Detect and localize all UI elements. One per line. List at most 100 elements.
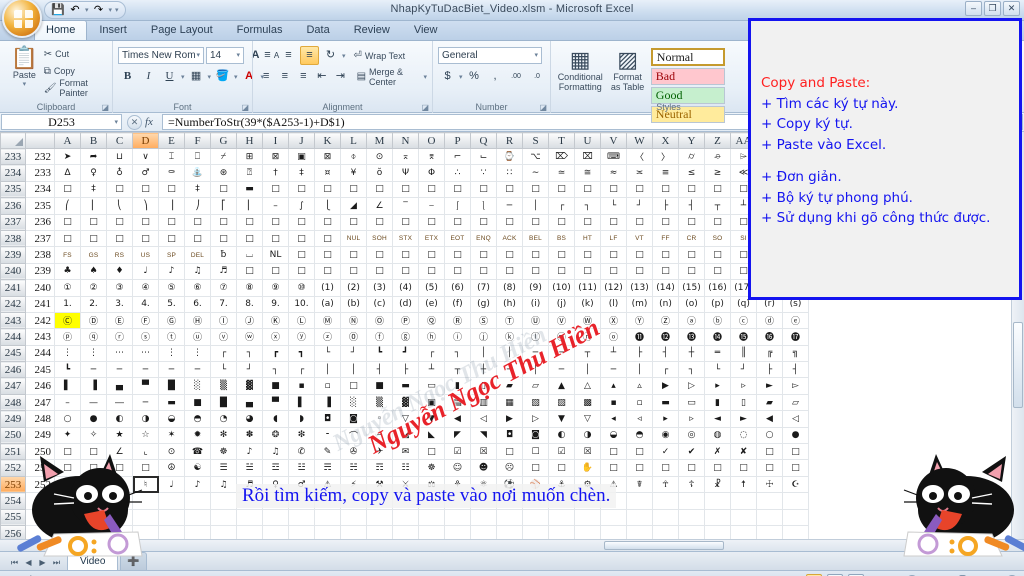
cell-U252[interactable]: □ <box>548 459 575 477</box>
cell-X244[interactable]: ⓫ <box>626 328 653 346</box>
cell-H239[interactable]: ƀ <box>210 246 237 264</box>
cell-T252[interactable]: □ <box>522 459 549 477</box>
cell-P245[interactable]: ┌ <box>418 345 445 363</box>
merge-dropdown-icon[interactable]: ▾ <box>424 73 428 81</box>
cell-X237[interactable]: □ <box>626 214 653 231</box>
cell-AB253[interactable]: ☨ <box>730 476 757 494</box>
cell-X250[interactable]: ◓ <box>626 427 653 445</box>
row-header-236[interactable]: 236 <box>0 197 26 215</box>
cell-U238[interactable]: BS <box>548 230 575 248</box>
cell-W235[interactable]: □ <box>600 181 627 199</box>
cell-X253[interactable]: ☤ <box>626 476 653 494</box>
cell-P237[interactable]: □ <box>418 214 445 231</box>
cell-L241[interactable]: (1) <box>314 279 341 297</box>
cell-G243[interactable]: Ⓗ <box>184 312 211 330</box>
table-row[interactable]: 239 238 FS GS RS US SP DEL ƀ ⌴ NL □ □ □ □ □ □ □ □ □ □ □ □ □ □ □ □ □… <box>0 246 835 264</box>
cell-D243[interactable]: Ⓔ <box>106 312 133 330</box>
cell-I244[interactable]: ⓦ <box>236 328 263 346</box>
align-left-button[interactable]: ≡ <box>258 67 275 86</box>
cell-X240[interactable]: □ <box>626 263 653 281</box>
cell-K239[interactable]: □ <box>288 246 315 264</box>
cell-L234[interactable]: ¤ <box>314 164 341 182</box>
cell-B246[interactable]: ┗ <box>54 361 81 379</box>
cell-B247[interactable]: ▌ <box>54 377 81 395</box>
cell-J252[interactable]: ☲ <box>262 459 289 477</box>
cell-S247[interactable]: ▰ <box>496 377 523 395</box>
cell-M241[interactable]: (2) <box>340 279 367 297</box>
cell-U245[interactable]: ─ <box>548 345 575 363</box>
row-header-244[interactable]: 244 <box>0 328 26 346</box>
cell-U235[interactable]: □ <box>548 181 575 199</box>
cell-S240[interactable]: □ <box>496 263 523 281</box>
cell-AA237[interactable]: □ <box>704 214 731 231</box>
cell-K233[interactable]: ▣ <box>288 148 315 166</box>
cell-AA240[interactable]: □ <box>704 263 731 281</box>
cell-T242[interactable]: (i) <box>522 296 549 313</box>
cell-Z233[interactable]: ⌭ <box>678 148 705 166</box>
cell-D247[interactable]: ▄ <box>106 377 133 395</box>
cell-F237[interactable]: □ <box>158 214 185 231</box>
name-box-dropdown-icon[interactable]: ▾ <box>114 115 118 130</box>
table-row[interactable]: 234233∆♀♁♂⚰⛲⊛⍰†‡¤¥ŏΨΦ∴∵∷∼≃≅≈≍≡≤≥≪≫⊂ <box>0 164 835 182</box>
column-header-O[interactable]: O <box>418 132 445 149</box>
cell-AA242[interactable]: (p) <box>704 296 731 313</box>
cell-F253[interactable]: ♩ <box>158 476 185 494</box>
cell-V238[interactable]: HT <box>574 230 601 248</box>
cell-O237[interactable]: □ <box>392 214 419 231</box>
cell-N239[interactable]: □ <box>366 246 393 264</box>
cell-N236[interactable]: ∠ <box>366 197 393 215</box>
row-header-246[interactable]: 246 <box>0 361 26 379</box>
cell-Q242[interactable]: (f) <box>444 296 471 313</box>
cell-W241[interactable]: (12) <box>600 279 627 297</box>
cell-Y240[interactable]: □ <box>652 263 679 281</box>
cell-R244[interactable]: ⓙ <box>470 328 497 346</box>
cell-U241[interactable]: (10) <box>548 279 575 297</box>
cell-J244[interactable]: ⓧ <box>262 328 289 346</box>
cell-A254[interactable] <box>25 492 55 510</box>
cell-P241[interactable]: (5) <box>418 279 445 297</box>
cell-G248[interactable]: ■ <box>184 394 211 412</box>
cell-K235[interactable]: □ <box>288 181 315 199</box>
cell-Z238[interactable]: CR <box>678 230 705 248</box>
cell-T237[interactable]: □ <box>522 214 549 231</box>
cell-O242[interactable]: (d) <box>392 296 419 313</box>
cell-B233[interactable]: ➤ <box>54 148 81 166</box>
cell-K252[interactable]: ☳ <box>288 459 315 477</box>
cell-A244[interactable]: 243 <box>25 328 55 346</box>
column-header-M[interactable]: M <box>366 132 393 149</box>
cell-T243[interactable]: Ⓤ <box>522 312 549 330</box>
cell-E254[interactable] <box>132 492 159 510</box>
cell-U249[interactable]: ▼ <box>548 410 575 428</box>
cell-N237[interactable]: □ <box>366 214 393 231</box>
align-right-button[interactable]: ≡ <box>295 67 312 86</box>
cell-U248[interactable]: ▨ <box>548 394 575 412</box>
cell-E245[interactable]: ⋯ <box>132 345 159 363</box>
cell-D238[interactable]: □ <box>106 230 133 248</box>
cell-J246[interactable]: ┐ <box>262 361 289 379</box>
cell-D252[interactable]: □ <box>106 459 133 477</box>
cell-C249[interactable]: ● <box>80 410 107 428</box>
cell-AA251[interactable]: ✗ <box>704 443 731 461</box>
font-size-input[interactable]: 14 ▾ <box>206 47 244 64</box>
column-header-Q[interactable]: Q <box>470 132 497 149</box>
cell-M236[interactable]: ◢ <box>340 197 367 215</box>
cell-Q233[interactable]: ⌐ <box>444 148 471 166</box>
cell-J247[interactable]: ■ <box>262 377 289 395</box>
column-header-J[interactable]: J <box>288 132 315 149</box>
cell-V236[interactable]: ┐ <box>574 197 601 215</box>
column-header-X[interactable]: X <box>652 132 679 149</box>
cell-B244[interactable]: ⓟ <box>54 328 81 346</box>
cell-W252[interactable]: □ <box>600 459 627 477</box>
cell-A239[interactable]: 238 <box>25 246 55 264</box>
cell-T255[interactable] <box>522 509 549 526</box>
cell-U239[interactable]: □ <box>548 246 575 264</box>
cell-Y252[interactable]: □ <box>652 459 679 477</box>
cell-C247[interactable]: ▐ <box>80 377 107 395</box>
cell-F245[interactable]: ⋮ <box>158 345 185 363</box>
cell-D249[interactable]: ◐ <box>106 410 133 428</box>
cell-AD253[interactable]: ☪ <box>782 476 809 494</box>
table-row[interactable]: 247 246 ▌ ▐ ▄ ▀ █ ░ ▒ ▓ ■ ▪ ▫ □ ■ ▬ ▭ ▮ ▯ ▰ ▱ ▲ △ ▴ ▵ ▶ ▷ ▸ ▹ ► ▻ <box>0 377 835 395</box>
cell-G237[interactable]: □ <box>184 214 211 231</box>
cell-G240[interactable]: ♫ <box>184 263 211 281</box>
row-header-250[interactable]: 250 <box>0 426 26 445</box>
